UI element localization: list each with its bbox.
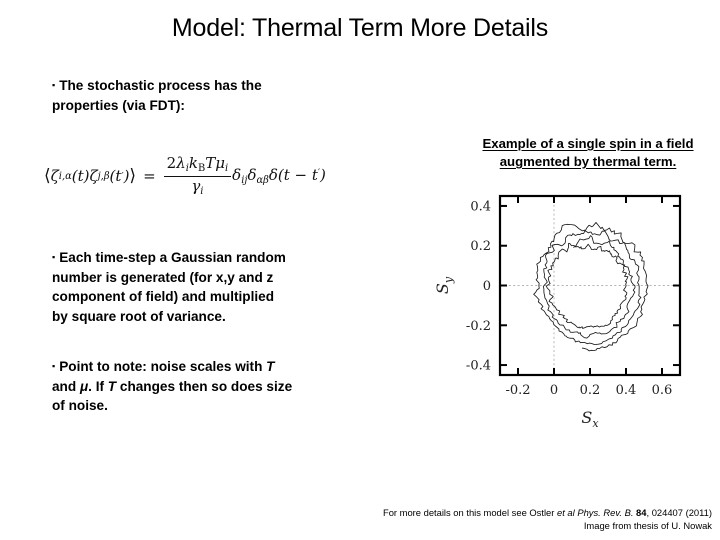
equation-fraction: 2λikBTμi γi: [163, 155, 232, 197]
bullet-text-line: by square root of variance.: [52, 308, 226, 324]
footer-volume: 84: [636, 507, 647, 518]
bullet-text-line: Point to note: noise scales with: [59, 359, 267, 374]
equation-denominator: γi: [191, 176, 204, 197]
equation-t-prime-1: (t: [109, 167, 122, 185]
symbol-temperature: T: [107, 378, 117, 394]
xtick-label: 0.4: [616, 383, 637, 398]
bullet-text-line: The stochastic process has the: [59, 78, 262, 93]
footer-line1: For more details on this model see Ostle…: [383, 507, 712, 518]
footer-journal: Phys. Rev. B.: [577, 507, 634, 518]
chart-xtick-labels: -0.2 0 0.2 0.4 0.6: [505, 383, 672, 398]
figure-caption: Example of a single spin in a field augm…: [462, 135, 714, 171]
bullet-text-line: changes then so does size: [116, 378, 293, 394]
symbol-temperature: T: [266, 359, 275, 374]
page-title: Model: Thermal Term More Details: [171, 14, 549, 42]
footer-pages: , 024407 (2011): [646, 507, 712, 518]
footer-text: For more details on this model see Ostle…: [382, 507, 557, 518]
bullet-block-gaussian-random: ▪ Each time-step a Gaussian random number…: [52, 248, 352, 326]
bullet-text-line: and: [52, 378, 80, 394]
fdt-equation: ⟨ ζ i,α (t) ζ j,β (t ′) ⟩ = 2λikBTμi γi δijδαβδ(…: [44, 148, 404, 204]
spin-trajectory-chart: -0.2 0 0.2 0.4 0.6 0.4 0.2 0 -0.2 -0.4 Sx Sy: [433, 194, 682, 430]
bullet-block-noise-scaling: ▪ Point to note: noise scales with T and …: [52, 357, 352, 416]
ytick-label: 0: [483, 279, 491, 294]
bullet-marker-icon: ▪: [52, 80, 56, 90]
equation-delta-tail: δijδαβδ(t − t′): [232, 165, 326, 187]
xtick-label: 0.6: [652, 383, 673, 398]
spin-trajectory-figure: -0.2 0 0.2 0.4 0.6 0.4 0.2 0 -0.2 -0.4 Sx Sy: [408, 182, 716, 444]
bullet-text-line: number is generated (for x,y and z: [52, 269, 274, 285]
equation-sub-j-beta: j,β: [97, 170, 110, 182]
ytick-label: 0.2: [470, 239, 491, 254]
chart-trajectory: [533, 222, 649, 352]
symbol-mu: μ: [79, 378, 89, 394]
y-axis-label: Sy: [433, 276, 455, 294]
chart-axis-labels: Sx Sy: [433, 276, 599, 430]
figure-caption-line2: augmented by thermal term.: [499, 154, 677, 169]
xtick-label: 0.2: [580, 383, 601, 398]
equation-angle-close: ⟩: [129, 166, 137, 186]
footer-credits: For more details on this model see Ostle…: [292, 506, 712, 532]
bullet-text-line: properties (via FDT):: [52, 97, 185, 113]
bullet-text-line: of noise.: [52, 398, 108, 413]
ytick-label: 0.4: [470, 199, 491, 214]
x-axis-label: Sx: [581, 408, 599, 430]
bullet-block-stochastic-process: ▪ The stochastic process has the properti…: [52, 76, 352, 115]
footer-etal: et al: [557, 507, 575, 518]
bullet-text-line: . If: [88, 378, 108, 394]
bullet-text-line: Each time-step a Gaussian random: [59, 250, 286, 265]
xtick-label: -0.2: [505, 383, 530, 398]
figure-caption-line1: Example of a single spin in a field: [482, 136, 694, 151]
equation-equals: =: [143, 167, 156, 185]
equation-zeta-1: ζ: [50, 167, 59, 185]
equation-lhs: ⟨: [44, 166, 51, 186]
footer-line2: Image from thesis of U. Nowak: [583, 520, 712, 531]
ytick-label: -0.2: [466, 319, 491, 334]
equation-zeta-2: ζ: [89, 167, 98, 185]
chart-gridlines: [500, 196, 680, 375]
equation-t-1: (t): [71, 167, 90, 185]
equation-sub-i-alpha: i,α: [58, 170, 72, 182]
ytick-label: -0.4: [466, 359, 491, 374]
xtick-label: 0: [550, 383, 558, 398]
bullet-marker-icon: ▪: [52, 252, 56, 262]
bullet-text-line: component of field) and multiplied: [52, 289, 275, 304]
bullet-marker-icon: ▪: [52, 361, 56, 371]
chart-ytick-labels: 0.4 0.2 0 -0.2 -0.4: [466, 199, 491, 373]
equation-numerator: 2λikBTμi: [163, 155, 232, 177]
